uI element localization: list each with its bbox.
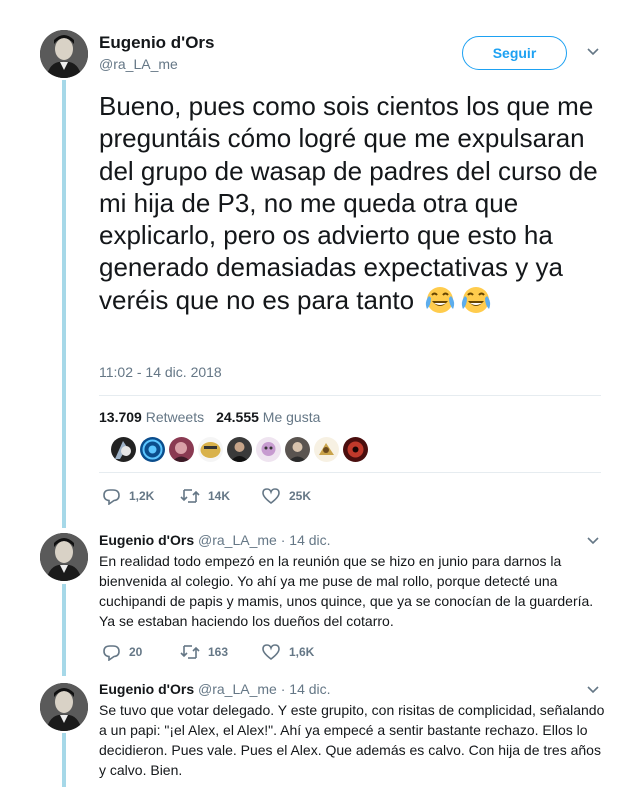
chevron-down-icon[interactable] <box>586 45 600 59</box>
separator: · <box>280 681 286 697</box>
reply-count: 1,2K <box>129 489 155 503</box>
thread-line <box>62 733 66 787</box>
tweet-timestamp[interactable]: 11:02 - 14 dic. 2018 <box>99 364 222 380</box>
retweets-label[interactable]: Retweets <box>146 409 204 425</box>
reply-icon <box>103 489 120 505</box>
reply-icon <box>103 645 120 661</box>
reply-author-handle[interactable]: @ra_LA_me <box>198 681 277 697</box>
divider <box>99 472 601 473</box>
tweet-text: Bueno, pues como sois cientos los que me… <box>99 90 609 316</box>
retweet-button[interactable]: 14K <box>180 487 261 505</box>
like-count: 25K <box>289 489 312 503</box>
retweet-count: 163 <box>208 645 229 659</box>
heart-icon <box>262 644 280 661</box>
liker-avatar[interactable] <box>169 437 194 462</box>
reply-header: Eugenio d'Ors @ra_LA_me · 14 dic. <box>99 532 331 548</box>
liker-avatar[interactable] <box>343 437 368 462</box>
thread-line <box>62 584 66 676</box>
reply-button[interactable]: 20 <box>101 643 180 661</box>
reply-date[interactable]: 14 dic. <box>289 681 330 697</box>
divider <box>99 395 601 396</box>
liker-avatar[interactable] <box>140 437 165 462</box>
like-button[interactable]: 25K <box>261 487 311 505</box>
follow-button[interactable]: Seguir <box>462 36 567 70</box>
avatar[interactable] <box>40 683 88 731</box>
tweet-actions: 1,2K 14K 25K <box>101 486 311 506</box>
reply-author-name[interactable]: Eugenio d'Ors <box>99 681 194 697</box>
liker-avatar[interactable] <box>256 437 281 462</box>
retweet-icon <box>180 645 200 659</box>
liker-avatar[interactable] <box>198 437 223 462</box>
reply-date[interactable]: 14 dic. <box>289 532 330 548</box>
reply-author-name[interactable]: Eugenio d'Ors <box>99 532 194 548</box>
likes-count[interactable]: 24.555 <box>216 409 259 425</box>
tweet-text-body: Bueno, pues como sois cientos los que me… <box>99 91 598 315</box>
reply-header: Eugenio d'Ors @ra_LA_me · 14 dic. <box>99 681 331 697</box>
retweet-count: 14K <box>208 489 231 503</box>
reply-text: Se tuvo que votar delegado. Y este grupi… <box>99 702 605 778</box>
chevron-down-icon[interactable] <box>586 534 600 548</box>
retweets-count[interactable]: 13.709 <box>99 409 142 425</box>
reply-button[interactable]: 1,2K <box>101 487 180 505</box>
like-button[interactable]: 1,6K <box>261 643 314 661</box>
like-count: 1,6K <box>289 645 315 659</box>
liker-avatar[interactable] <box>227 437 252 462</box>
retweet-button[interactable]: 163 <box>180 643 261 661</box>
reply-author-handle[interactable]: @ra_LA_me <box>198 532 277 548</box>
avatar[interactable] <box>40 533 88 581</box>
liker-avatar[interactable] <box>285 437 310 462</box>
liker-avatars <box>111 437 372 463</box>
face-with-tears-of-joy-icon <box>423 285 457 315</box>
face-with-tears-of-joy-icon <box>459 285 493 315</box>
avatar[interactable] <box>40 30 88 78</box>
separator: · <box>280 532 286 548</box>
liker-avatar[interactable] <box>111 437 136 462</box>
heart-icon <box>262 488 280 505</box>
reply-text: En realidad todo empezó en la reunión qu… <box>99 553 594 629</box>
reply-count: 20 <box>129 645 143 659</box>
chevron-down-icon[interactable] <box>586 683 600 697</box>
liker-avatar[interactable] <box>314 437 339 462</box>
likes-label[interactable]: Me gusta <box>263 409 321 425</box>
reply-actions: 20 163 1,6K <box>101 642 314 662</box>
author-name[interactable]: Eugenio d'Ors <box>99 33 215 53</box>
thread-line <box>62 80 66 528</box>
retweet-icon <box>180 489 200 503</box>
tweet-stats: 13.709 Retweets 24.555 Me gusta <box>99 409 320 425</box>
author-handle[interactable]: @ra_LA_me <box>99 56 178 72</box>
